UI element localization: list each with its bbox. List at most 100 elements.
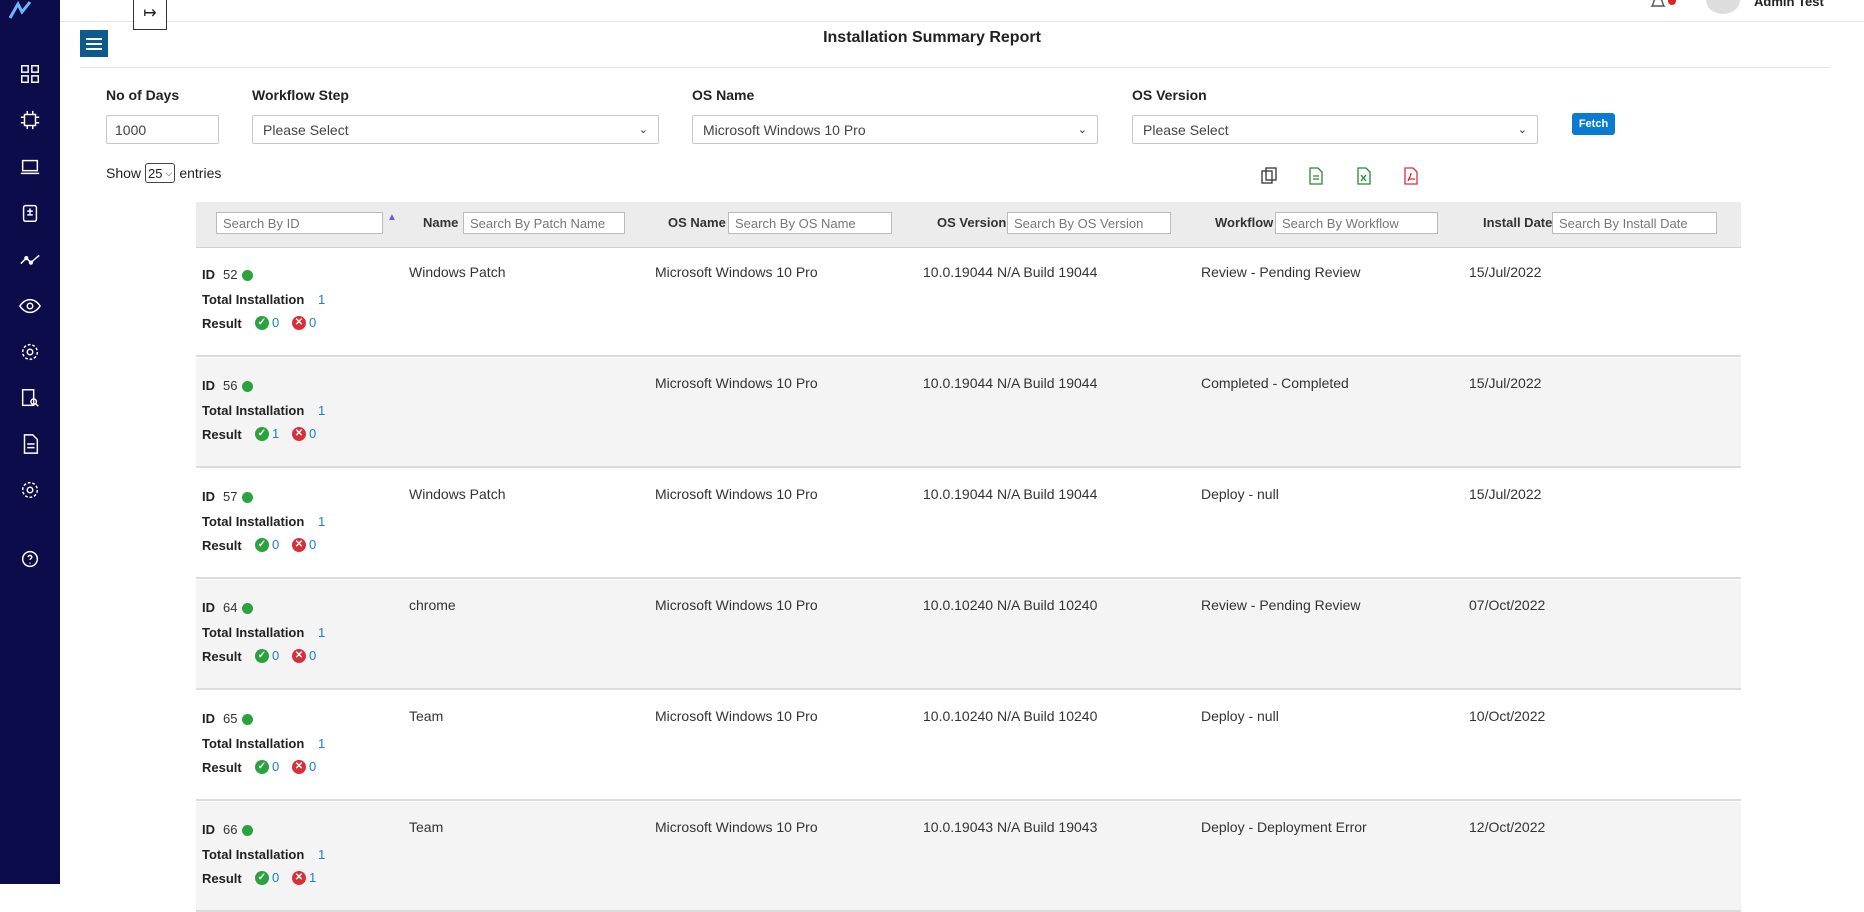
no-of-days-input[interactable]: 1000 xyxy=(106,115,219,144)
search-by-install-date-input[interactable]: Search By Install Date xyxy=(1552,212,1717,234)
show-label: Show xyxy=(106,165,142,181)
search-by-patch-name-input[interactable]: Search By Patch Name xyxy=(463,212,625,234)
column-header-workflow[interactable]: Workflow xyxy=(1215,215,1273,230)
eye-icon[interactable] xyxy=(18,294,42,318)
sort-ascending-icon[interactable]: ▲ xyxy=(387,212,397,223)
check-circle-icon: ✓ xyxy=(255,537,269,552)
search-by-id-input[interactable]: Search By ID xyxy=(216,212,383,234)
total-installation-label: Total Installation xyxy=(202,847,305,862)
settings-icon[interactable] xyxy=(18,340,42,364)
total-installation-label: Total Installation xyxy=(202,403,305,418)
success-count[interactable]: ✓ 0 xyxy=(255,759,279,774)
check-circle-icon: ✓ xyxy=(255,315,269,330)
workflow-step-value: Please Select xyxy=(263,121,349,138)
os-version-select[interactable]: Please Select ⌄ xyxy=(1132,115,1538,144)
install-date-cell: 15/Jul/2022 xyxy=(1469,264,1542,280)
fetch-button[interactable]: Fetch xyxy=(1572,113,1615,135)
column-header-os-version[interactable]: OS Version xyxy=(937,215,1006,230)
success-count[interactable]: ✓ 0 xyxy=(255,315,279,330)
error-count[interactable]: ✕ 0 xyxy=(292,759,316,774)
column-header-os-name[interactable]: OS Name xyxy=(668,215,726,230)
total-installation-value[interactable]: 1 xyxy=(318,292,325,307)
user-name[interactable]: Admin Test xyxy=(1754,0,1824,9)
top-bar xyxy=(60,0,1864,22)
column-header-name[interactable]: Name xyxy=(423,215,458,230)
table-row[interactable]: ID 66 Total Installation 1 Result ✓ 0 ✕ 1 Team Mic… xyxy=(196,802,1741,912)
chip-icon[interactable] xyxy=(18,108,42,132)
success-count-value: 0 xyxy=(272,315,280,330)
x-circle-icon: ✕ xyxy=(292,648,306,663)
install-date-cell: 12/Oct/2022 xyxy=(1469,819,1546,835)
total-installation-value[interactable]: 1 xyxy=(318,847,325,862)
search-document-icon[interactable] xyxy=(18,386,42,410)
laptop-icon[interactable] xyxy=(18,155,42,179)
id-value: 66 xyxy=(223,822,238,837)
result-label: Result xyxy=(202,649,242,664)
check-circle-icon: ✓ xyxy=(255,759,269,774)
dashboard-icon[interactable] xyxy=(18,62,42,86)
copy-icon[interactable] xyxy=(1259,165,1279,187)
column-header-install-date[interactable]: Install Date xyxy=(1483,215,1552,230)
analytics-icon[interactable] xyxy=(18,247,42,271)
result-label: Result xyxy=(202,427,242,442)
table-row[interactable]: ID 65 Total Installation 1 Result ✓ 0 ✕ 0 Team Mic… xyxy=(196,691,1741,801)
page-title: Installation Summary Report xyxy=(823,29,1041,46)
install-date-cell: 15/Jul/2022 xyxy=(1469,375,1542,391)
success-count-value: 0 xyxy=(272,648,280,663)
workflow-cell: Deploy - Deployment Error xyxy=(1201,819,1367,835)
os-version-cell: 10.0.19044 N/A Build 19044 xyxy=(923,375,1098,391)
page-length-select[interactable]: 25 ⌵ xyxy=(145,163,176,183)
success-count[interactable]: ✓ 0 xyxy=(255,870,279,885)
os-name-cell: Microsoft Windows 10 Pro xyxy=(655,819,818,835)
error-count-value: 0 xyxy=(309,537,317,552)
clipboard-icon[interactable] xyxy=(18,201,42,225)
csv-icon[interactable] xyxy=(1306,165,1326,187)
x-circle-icon: ✕ xyxy=(292,426,306,441)
search-by-os-name-input[interactable]: Search By OS Name xyxy=(728,212,892,234)
success-count[interactable]: ✓ 0 xyxy=(255,537,279,552)
id-label: ID xyxy=(202,267,215,282)
workflow-cell: Deploy - null xyxy=(1201,708,1279,724)
error-count[interactable]: ✕ 0 xyxy=(292,315,316,330)
notification-bell-icon[interactable] xyxy=(1648,0,1668,10)
excel-icon[interactable] xyxy=(1354,165,1374,187)
table-row[interactable]: ID 52 Total Installation 1 Result ✓ 0 ✕ 0 Windows… xyxy=(196,247,1741,357)
help-icon[interactable] xyxy=(18,547,42,571)
error-count[interactable]: ✕ 1 xyxy=(292,870,316,885)
os-version-cell: 10.0.19044 N/A Build 19044 xyxy=(923,264,1098,280)
workflow-step-select[interactable]: Please Select ⌄ xyxy=(252,115,659,144)
arrow-right-bar-icon: ↦ xyxy=(143,4,157,22)
os-name-label: OS Name xyxy=(692,87,755,103)
error-count[interactable]: ✕ 0 xyxy=(292,537,316,552)
os-name-select[interactable]: Microsoft Windows 10 Pro ⌄ xyxy=(692,115,1098,144)
success-count[interactable]: ✓ 0 xyxy=(255,648,279,663)
workflow-step-label: Workflow Step xyxy=(252,87,349,103)
status-dot-icon xyxy=(242,825,253,836)
search-by-os-version-input[interactable]: Search By OS Version xyxy=(1007,212,1171,234)
document-icon[interactable] xyxy=(18,432,42,456)
total-installation-label: Total Installation xyxy=(202,625,305,640)
total-installation-value[interactable]: 1 xyxy=(318,403,325,418)
total-installation-label: Total Installation xyxy=(202,514,305,529)
status-dot-icon xyxy=(242,714,253,725)
table-row[interactable]: ID 56 Total Installation 1 Result ✓ 1 ✕ 0 Microso… xyxy=(196,358,1741,468)
total-installation-value[interactable]: 1 xyxy=(318,514,325,529)
success-count-value: 1 xyxy=(272,426,280,441)
success-count[interactable]: ✓ 1 xyxy=(255,426,279,441)
logo-icon[interactable] xyxy=(6,0,34,22)
search-by-workflow-input[interactable]: Search By Workflow xyxy=(1275,212,1438,234)
total-installation-value[interactable]: 1 xyxy=(318,625,325,640)
error-count[interactable]: ✕ 0 xyxy=(292,426,316,441)
os-name-cell: Microsoft Windows 10 Pro xyxy=(655,375,818,391)
table-row[interactable]: ID 64 Total Installation 1 Result ✓ 0 ✕ 0 chrome M… xyxy=(196,580,1741,690)
error-count-value: 1 xyxy=(309,870,317,885)
gear-icon[interactable] xyxy=(18,478,42,502)
x-circle-icon: ✕ xyxy=(292,870,306,885)
collapse-sidebar-button[interactable]: ↦ xyxy=(133,0,167,30)
os-version-cell: 10.0.10240 N/A Build 10240 xyxy=(923,597,1098,613)
total-installation-value[interactable]: 1 xyxy=(318,736,325,751)
pdf-icon[interactable] xyxy=(1401,165,1421,187)
table-row[interactable]: ID 57 Total Installation 1 Result ✓ 0 ✕ 0 Windows… xyxy=(196,469,1741,579)
install-date-cell: 07/Oct/2022 xyxy=(1469,597,1546,613)
error-count[interactable]: ✕ 0 xyxy=(292,648,316,663)
